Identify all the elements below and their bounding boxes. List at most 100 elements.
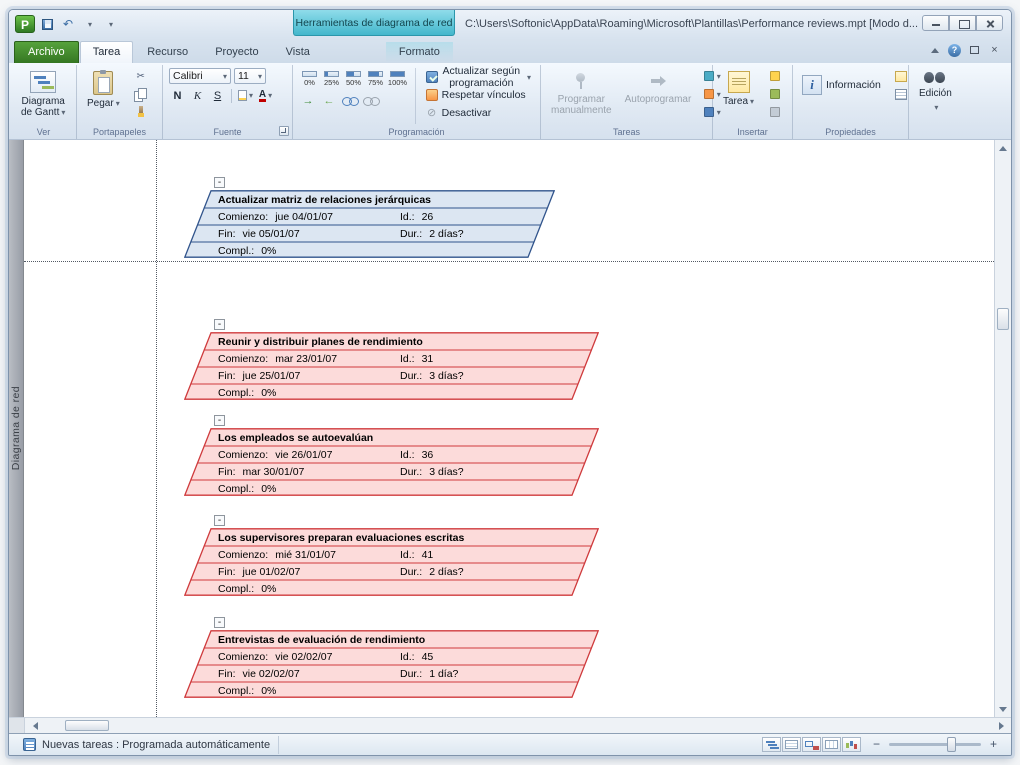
vertical-scroll-thumb[interactable]	[997, 308, 1009, 330]
start-label: Comienzo:	[218, 549, 269, 561]
group-label-programacion: Programación	[388, 127, 445, 137]
tab-recurso[interactable]: Recurso	[134, 41, 201, 63]
ribbon-group-edicion: Edición	[909, 65, 969, 139]
task-information-button[interactable]: i Información	[799, 68, 884, 102]
font-size-select[interactable]: 11	[234, 68, 266, 84]
collapse-node-button[interactable]: -	[214, 515, 225, 526]
close-button[interactable]	[976, 15, 1003, 31]
minimize-ribbon-icon[interactable]	[926, 42, 943, 58]
vertical-scrollbar[interactable]	[994, 140, 1011, 717]
italic-button[interactable]: K	[189, 87, 206, 104]
task-node[interactable]: - Actualizar matriz de relaciones jerárq…	[184, 177, 555, 258]
zoom-out-button[interactable]: −	[869, 737, 884, 752]
collapse-node-button[interactable]: -	[214, 415, 225, 426]
update-as-scheduled-button[interactable]: Actualizar según programación	[423, 65, 534, 89]
scroll-right-button[interactable]	[993, 718, 1009, 733]
link-tasks-button[interactable]: →	[299, 93, 317, 108]
gantt-chart-button[interactable]: Diagrama de Gantt	[17, 68, 69, 121]
help-button[interactable]: ?	[946, 42, 963, 58]
font-color-icon: A	[258, 88, 267, 102]
ribbon-group-tareas: Programarmanualmente Autoprogramar Tarea…	[541, 65, 714, 139]
team-planner-view-shortcut[interactable]	[802, 737, 821, 752]
complete-label: Compl.:	[218, 387, 255, 399]
complete-label: Compl.:	[218, 685, 255, 697]
undo-dropdown[interactable]	[80, 15, 98, 33]
complete-value: 0%	[261, 685, 277, 697]
complete-75-button[interactable]: 75%	[365, 68, 386, 89]
gantt-view-shortcut[interactable]	[762, 737, 781, 752]
restore-document-button[interactable]	[966, 42, 983, 58]
window-controls	[922, 15, 1003, 31]
tab-vista[interactable]: Vista	[273, 41, 323, 63]
task-node[interactable]: - Los empleados se autoevalúan Comienzo:…	[184, 415, 599, 496]
finish-label: Fin:	[218, 668, 236, 680]
task-node[interactable]: - Los supervisores preparan evaluaciones…	[184, 515, 599, 596]
bold-button[interactable]: N	[169, 87, 186, 104]
font-name-select[interactable]: Calibri	[169, 68, 231, 84]
scroll-left-button[interactable]	[27, 718, 43, 733]
insert-milestone-button[interactable]	[763, 68, 787, 84]
task-node-title: Reunir y distribuir planes de rendimient…	[218, 336, 423, 348]
insert-task-button[interactable]: Tarea	[719, 68, 758, 110]
zoom-slider[interactable]	[889, 737, 981, 752]
manually-schedule-button[interactable]: Programar manualmente	[547, 68, 616, 119]
zoom-slider-thumb[interactable]	[947, 737, 956, 752]
collapse-node-button[interactable]: -	[214, 319, 225, 330]
insert-summary-button[interactable]	[763, 86, 787, 102]
format-painter-button[interactable]	[129, 104, 153, 120]
tab-formato[interactable]: Formato	[385, 41, 453, 63]
background-color-button[interactable]	[237, 87, 254, 104]
tab-tarea[interactable]: Tarea	[79, 41, 134, 63]
new-tasks-status[interactable]: Nuevas tareas : Programada automáticamen…	[15, 735, 280, 754]
copy-icon	[134, 87, 148, 102]
customize-qat-button[interactable]	[101, 15, 119, 33]
paste-button[interactable]: Pegar	[83, 68, 124, 112]
insert-deliverable-button[interactable]	[763, 104, 787, 120]
minimize-button[interactable]	[922, 15, 949, 31]
horizontal-scrollbar[interactable]	[9, 717, 1011, 733]
remove-link-button[interactable]	[362, 93, 380, 108]
complete-25-button[interactable]: 25%	[321, 68, 342, 89]
start-label: Comienzo:	[218, 211, 269, 223]
cut-button[interactable]: ✂	[129, 68, 153, 84]
copy-button[interactable]	[129, 86, 153, 102]
ribbon-group-insertar: Tarea Insertar	[713, 65, 793, 139]
horizontal-scroll-thumb[interactable]	[65, 720, 109, 731]
close-document-button[interactable]: ×	[986, 42, 1003, 58]
ribbon-group-propiedades: i Información Propiedades	[793, 65, 909, 139]
tab-archivo[interactable]: Archivo	[14, 41, 79, 63]
insert-deliverable-icon	[770, 107, 781, 117]
scrollbar-corner	[9, 718, 25, 733]
tab-proyecto[interactable]: Proyecto	[202, 41, 271, 63]
complete-0-button[interactable]: 0%	[299, 68, 320, 89]
split-task-button[interactable]	[341, 93, 359, 108]
undo-button[interactable]: ↶	[59, 15, 77, 33]
zoom-in-button[interactable]: +	[986, 737, 1001, 752]
unlink-tasks-button[interactable]: ←	[320, 93, 338, 108]
scroll-down-button[interactable]	[995, 701, 1011, 717]
save-button[interactable]	[38, 15, 56, 33]
network-diagram-canvas[interactable]: - Actualizar matriz de relaciones jerárq…	[24, 140, 994, 717]
inactivate-button[interactable]: ⊘ Desactivar	[423, 104, 534, 121]
complete-100-button[interactable]: 100%	[387, 68, 408, 89]
start-value: vie 26/01/07	[275, 449, 333, 461]
auto-schedule-button[interactable]: Autoprogramar	[621, 68, 696, 108]
collapse-node-button[interactable]: -	[214, 617, 225, 628]
complete-50-button[interactable]: 50%	[343, 68, 364, 89]
arrow-right-icon	[998, 721, 1004, 730]
editing-group-button[interactable]: Edición	[915, 68, 956, 116]
scroll-up-button[interactable]	[995, 140, 1011, 156]
task-node[interactable]: - Reunir y distribuir planes de rendimie…	[184, 319, 599, 400]
broken-chain-icon	[362, 95, 380, 106]
binoculars-icon	[923, 71, 947, 85]
resource-sheet-view-shortcut[interactable]	[822, 737, 841, 752]
underline-button[interactable]: S	[209, 87, 226, 104]
maximize-button[interactable]	[949, 15, 976, 31]
task-usage-view-shortcut[interactable]	[782, 737, 801, 752]
report-view-shortcut[interactable]	[842, 737, 861, 752]
app-icon[interactable]: P	[15, 15, 35, 33]
respect-links-button[interactable]: Respetar vínculos	[423, 86, 534, 103]
collapse-node-button[interactable]: -	[214, 177, 225, 188]
task-node[interactable]: - Entrevistas de evaluación de rendimien…	[184, 617, 599, 698]
font-color-button[interactable]: A	[257, 87, 274, 104]
